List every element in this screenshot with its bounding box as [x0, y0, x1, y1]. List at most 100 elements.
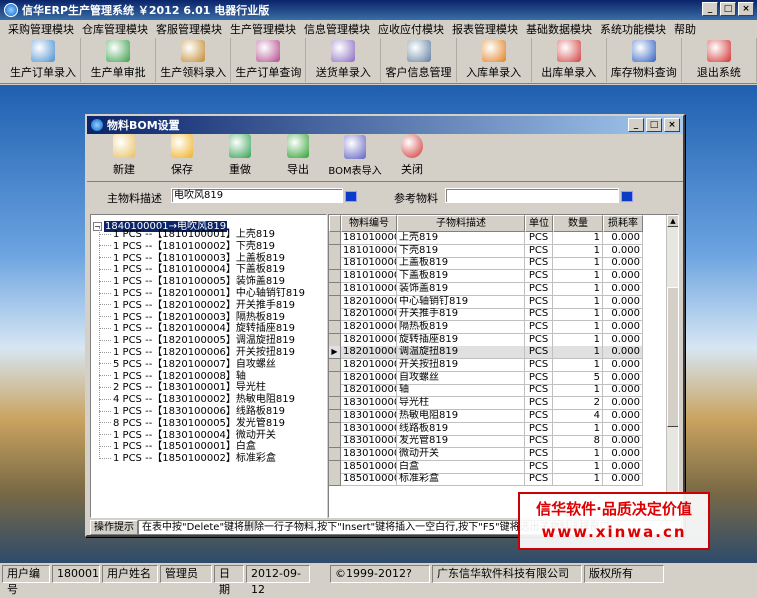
table-cell[interactable]: 标准彩盒: [397, 473, 525, 487]
table-row[interactable]: 1810100003上盖板819PCS10.000: [329, 257, 643, 271]
table-row[interactable]: 1850100002标准彩盒PCS10.000: [329, 473, 643, 487]
table-cell[interactable]: 0.000: [603, 435, 643, 449]
table-cell[interactable]: 1820100005: [341, 346, 397, 360]
menu-item-4[interactable]: 信息管理模块: [300, 21, 374, 37]
table-cell[interactable]: 1810100001: [341, 232, 397, 245]
table-cell[interactable]: 热敏电阻819: [397, 409, 525, 423]
menu-item-1[interactable]: 仓库管理模块: [78, 21, 152, 37]
menu-item-6[interactable]: 报表管理模块: [448, 21, 522, 37]
tree-node[interactable]: 1 PCS --【1810100004】下盖板819: [99, 264, 285, 276]
table-cell[interactable]: 0.000: [603, 409, 643, 423]
tree-node[interactable]: 1 PCS --【1820100005】调温旋扭819: [99, 335, 295, 347]
table-cell[interactable]: 调温旋扭819: [397, 346, 525, 360]
table-cell[interactable]: 0.000: [603, 320, 643, 334]
table-row[interactable]: 1830100001导光柱PCS20.000: [329, 397, 643, 411]
table-cell[interactable]: 1820100007: [341, 371, 397, 385]
table-cell[interactable]: 微动开关: [397, 447, 525, 461]
table-row[interactable]: 1830100002热敏电阻819PCS40.000: [329, 409, 643, 423]
table-cell[interactable]: 0.000: [603, 447, 643, 461]
table-cell[interactable]: 1: [553, 333, 603, 347]
tree-node[interactable]: 1 PCS --【1830100006】线路板819: [99, 406, 285, 418]
table-cell[interactable]: 1: [553, 282, 603, 296]
menu-item-5[interactable]: 应收应付模块: [374, 21, 448, 37]
table-cell[interactable]: 1810100003: [341, 257, 397, 271]
table-cell[interactable]: 0.000: [603, 282, 643, 296]
bom-button-1[interactable]: 保存: [153, 134, 211, 180]
table-cell[interactable]: PCS: [525, 397, 553, 411]
table-cell[interactable]: 0.000: [603, 232, 643, 245]
table-cell[interactable]: 0.000: [603, 333, 643, 347]
close-window-button[interactable]: ×: [738, 2, 754, 16]
tree-node[interactable]: 1 PCS --【1810100005】装饰盖819: [99, 276, 285, 288]
bom-button-4[interactable]: BOM表导入: [327, 134, 383, 180]
table-cell[interactable]: 1: [553, 346, 603, 360]
tree-root-node[interactable]: −1840100001→电吹风819: [93, 217, 228, 232]
table-cell[interactable]: 1: [553, 460, 603, 474]
table-cell[interactable]: PCS: [525, 333, 553, 347]
table-cell[interactable]: PCS: [525, 244, 553, 258]
bom-table[interactable]: 物料编号子物料描述单位数量损耗率 ▲ 1810100001上壳819PCS10.…: [328, 214, 679, 518]
table-row[interactable]: 1820100004旋转插座819PCS10.000: [329, 333, 643, 347]
table-cell[interactable]: 1820100004: [341, 333, 397, 347]
table-cell[interactable]: 1810100005: [341, 282, 397, 296]
column-header[interactable]: 子物料描述: [397, 215, 525, 232]
table-cell[interactable]: 0.000: [603, 422, 643, 436]
table-cell[interactable]: 1: [553, 257, 603, 271]
toolbar-button-5[interactable]: 客户信息管理: [381, 38, 457, 82]
table-cell[interactable]: 0.000: [603, 270, 643, 284]
tree-node[interactable]: 1 PCS --【1810100001】上壳819: [99, 229, 275, 241]
bom-tree[interactable]: −1840100001→电吹风819 1 PCS --【1810100001】上…: [90, 214, 327, 518]
column-header[interactable]: 数量: [553, 215, 603, 232]
table-cell[interactable]: 1: [553, 320, 603, 334]
table-cell[interactable]: 线路板819: [397, 422, 525, 436]
table-cell[interactable]: 发光管819: [397, 435, 525, 449]
table-cell[interactable]: 0.000: [603, 359, 643, 372]
table-row[interactable]: ▶1820100005调温旋扭819PCS10.000: [329, 346, 643, 360]
bom-button-0[interactable]: 新建: [95, 134, 153, 180]
table-cell[interactable]: 隔热板819: [397, 320, 525, 334]
table-cell[interactable]: PCS: [525, 409, 553, 423]
table-cell[interactable]: 1: [553, 384, 603, 398]
table-cell[interactable]: 旋转插座819: [397, 333, 525, 347]
table-cell[interactable]: 1: [553, 422, 603, 436]
table-row[interactable]: 1820100006开关按扭819PCS10.000: [329, 359, 643, 372]
bom-close-window-button[interactable]: ×: [664, 118, 680, 132]
table-cell[interactable]: 1: [553, 232, 603, 245]
table-cell[interactable]: PCS: [525, 435, 553, 449]
table-cell[interactable]: 自攻螺丝: [397, 371, 525, 385]
table-cell[interactable]: 导光柱: [397, 397, 525, 411]
tree-node[interactable]: 1 PCS --【1820100004】旋转插座819: [99, 323, 295, 335]
tree-node[interactable]: 4 PCS --【1830100002】热敏电阻819: [99, 394, 295, 406]
tree-node[interactable]: 1 PCS --【1820100002】开关推手819: [99, 300, 295, 312]
menu-item-3[interactable]: 生产管理模块: [226, 21, 300, 37]
minimize-button[interactable]: _: [702, 2, 718, 16]
table-cell[interactable]: PCS: [525, 320, 553, 334]
table-cell[interactable]: 1820100008: [341, 384, 397, 398]
tree-node[interactable]: 1 PCS --【1820100001】中心轴销钉819: [99, 288, 305, 300]
menu-item-2[interactable]: 客服管理模块: [152, 21, 226, 37]
table-row[interactable]: 1820100007自攻螺丝PCS50.000: [329, 371, 643, 385]
table-cell[interactable]: 1830100001: [341, 397, 397, 411]
bom-minimize-button[interactable]: _: [628, 118, 644, 132]
toolbar-button-0[interactable]: 生产订单录入: [6, 38, 82, 82]
toolbar-button-8[interactable]: 库存物料查询: [607, 38, 682, 82]
table-cell[interactable]: 0.000: [603, 295, 643, 309]
table-cell[interactable]: PCS: [525, 295, 553, 309]
bom-button-3[interactable]: 导出: [269, 134, 327, 180]
table-cell[interactable]: PCS: [525, 422, 553, 436]
toolbar-button-4[interactable]: 送货单录入: [306, 38, 382, 82]
column-header[interactable]: 物料编号: [341, 215, 397, 232]
table-cell[interactable]: 1: [553, 473, 603, 487]
table-cell[interactable]: 白盒: [397, 460, 525, 474]
table-row[interactable]: 1850100001白盒PCS10.000: [329, 460, 643, 474]
table-cell[interactable]: 0.000: [603, 308, 643, 322]
table-cell[interactable]: 0.000: [603, 371, 643, 385]
table-cell[interactable]: 1: [553, 270, 603, 284]
menu-item-0[interactable]: 采购管理模块: [4, 21, 78, 37]
table-cell[interactable]: 1850100002: [341, 473, 397, 487]
table-cell[interactable]: 0.000: [603, 397, 643, 411]
table-row[interactable]: 1810100001上壳819PCS10.000: [329, 232, 643, 245]
table-cell[interactable]: 1830100004: [341, 447, 397, 461]
table-cell[interactable]: 1820100006: [341, 359, 397, 372]
table-cell[interactable]: 5: [553, 371, 603, 385]
